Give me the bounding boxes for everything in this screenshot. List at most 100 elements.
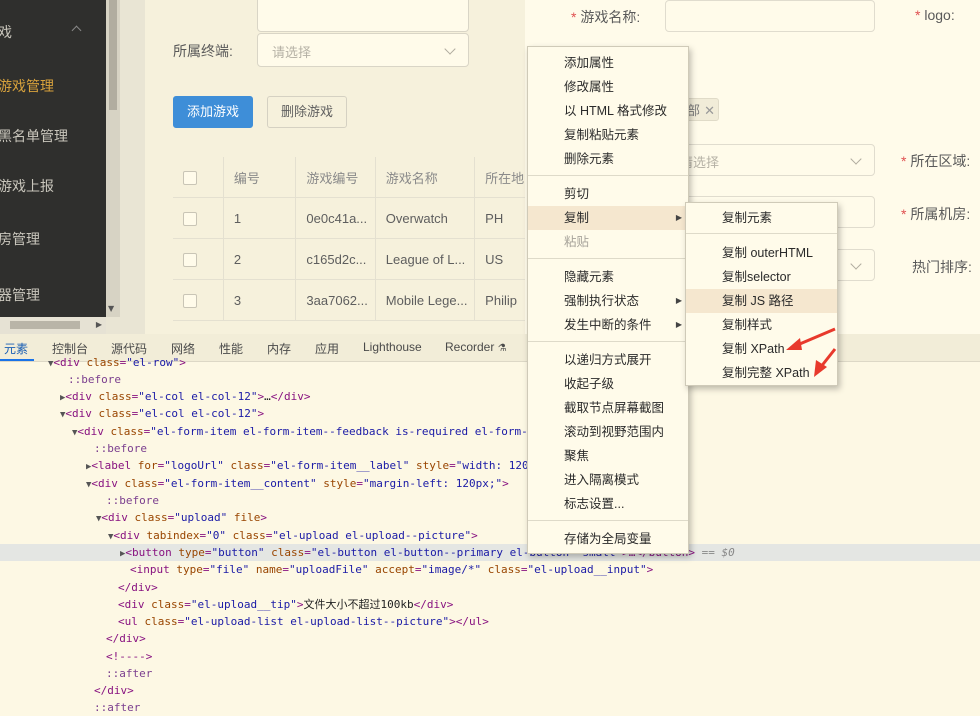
sidebar-item-room-management[interactable]: 房管理: [0, 229, 40, 249]
terminal-select[interactable]: 请选择: [257, 33, 469, 67]
sidebar-scrollbar[interactable]: ▼: [106, 0, 120, 317]
dom-node[interactable]: <div class="el-upload__tip">文件大小不超过100kb…: [118, 596, 453, 613]
menu-item-copy-outerhtml[interactable]: 复制 outerHTML: [686, 241, 837, 265]
chevron-down-icon: [850, 258, 862, 270]
chevron-down-icon: [850, 153, 862, 165]
menu-item-focus[interactable]: 聚焦: [528, 444, 688, 468]
menu-item-enter-isolation-mode[interactable]: 进入隔离模式: [528, 468, 688, 492]
dom-node[interactable]: ▼<div class="el-form-item el-form-item--…: [72, 423, 528, 440]
red-arrow-icon: [814, 348, 837, 377]
table-row[interactable]: 2 c165d2c... League of L... US: [173, 238, 525, 280]
row-checkbox[interactable]: [183, 252, 197, 267]
menu-item-expand-recursively[interactable]: 以递归方式展开: [528, 348, 688, 372]
menu-item-duplicate-element[interactable]: 复制粘贴元素: [528, 123, 688, 147]
tab-elements[interactable]: 元素: [4, 340, 28, 357]
menu-separator: [528, 175, 688, 176]
game-name-label: * 游戏名称:: [571, 9, 641, 25]
menu-item-scroll-into-view[interactable]: 滚动到视野范围内: [528, 420, 688, 444]
add-game-button[interactable]: 添加游戏: [173, 96, 253, 128]
sidebar-item-game[interactable]: 戏: [0, 22, 12, 42]
close-icon[interactable]: ✕: [704, 104, 715, 119]
dom-node[interactable]: ▼<div class="el-col el-col-12">: [60, 405, 264, 422]
scrollbar-thumb[interactable]: [109, 0, 117, 110]
dom-node[interactable]: <!---->: [106, 648, 152, 665]
dom-node[interactable]: ▼<div class="upload" file>: [96, 509, 267, 526]
row-checkbox[interactable]: [183, 293, 197, 308]
dom-node[interactable]: ::after: [106, 665, 152, 682]
menu-item-edit-attribute[interactable]: 修改属性: [528, 75, 688, 99]
delete-game-button[interactable]: 删除游戏: [267, 96, 347, 128]
menu-item-hide-element[interactable]: 隐藏元素: [528, 265, 688, 289]
dom-node[interactable]: ::before: [94, 440, 147, 457]
menu-item-add-attribute[interactable]: 添加属性: [528, 51, 688, 75]
dom-node[interactable]: </div>: [106, 630, 146, 647]
dom-node[interactable]: </div>: [118, 579, 158, 596]
dom-node[interactable]: ▶<div class="el-col el-col-12">…</div>: [60, 388, 311, 405]
dom-node-selected[interactable]: ▶<button type="button" class="el-button …: [0, 544, 980, 561]
menu-item-force-state[interactable]: 强制执行状态 ▶: [528, 289, 688, 313]
menu-item-collapse-children[interactable]: 收起子级: [528, 372, 688, 396]
menu-item-break-on[interactable]: 发生中断的条件 ▶: [528, 313, 688, 337]
elements-dom-tree: ▼<div class="el-row"> ::before ▶<div cla…: [0, 356, 980, 714]
table-row[interactable]: 1 0e0c41a... Overwatch PH: [173, 197, 525, 239]
sidebar-item-server-management[interactable]: 器管理: [0, 285, 40, 305]
menu-item-copy-selector[interactable]: 复制selector: [686, 265, 837, 289]
menu-item-copy-element[interactable]: 复制元素: [686, 206, 837, 230]
dom-node[interactable]: ::after: [94, 699, 140, 716]
cell-id: 3: [223, 279, 297, 321]
submenu-arrow-icon: ▶: [675, 213, 682, 222]
tab-performance[interactable]: 性能: [219, 340, 243, 357]
dom-node[interactable]: ▼<div class="el-form-item__content" styl…: [86, 475, 509, 492]
dom-node[interactable]: ::before: [106, 492, 159, 509]
tab-memory[interactable]: 内存: [267, 340, 291, 357]
select-field[interactable]: 请选择: [665, 144, 875, 176]
dom-node[interactable]: </div>: [94, 682, 134, 699]
logo-label: * logo:: [915, 7, 955, 23]
sidebar: 戏 游戏管理 黑名单管理 游戏上报 房管理 器管理: [0, 0, 106, 317]
annotation-arrows: [786, 327, 837, 377]
cell-region: US: [474, 238, 525, 280]
table-row[interactable]: 3 3aa7062... Mobile Lege... Philip: [173, 279, 525, 321]
menu-item-store-as-global-variable[interactable]: 存储为全局变量: [528, 527, 688, 551]
select-all-checkbox[interactable]: [183, 170, 197, 185]
cell-game-name: Mobile Lege...: [375, 279, 476, 321]
menu-item-cut[interactable]: 剪切: [528, 182, 688, 206]
menu-item-copy[interactable]: 复制 ▶: [528, 206, 688, 230]
dom-node[interactable]: <input type="file" name="uploadFile" acc…: [130, 561, 653, 578]
dom-node[interactable]: ▼<div tabindex="0" class="el-upload el-u…: [108, 527, 478, 544]
submenu-arrow-icon: ▶: [675, 296, 682, 305]
sidebar-item-game-management[interactable]: 游戏管理: [0, 76, 54, 96]
dom-node[interactable]: ▼<div class="el-row">: [48, 354, 186, 371]
dom-node[interactable]: ::before: [68, 371, 121, 388]
cell-game-name: League of L...: [375, 238, 476, 280]
menu-item-delete-element[interactable]: 删除元素: [528, 147, 688, 171]
scroll-right-arrow-icon[interactable]: ▶: [96, 320, 102, 329]
terminal-label: 所属终端:: [173, 43, 233, 59]
dom-node[interactable]: ▶<label for="logoUrl" class="el-form-ite…: [86, 457, 529, 474]
cell-game-code: 3aa7062...: [295, 279, 376, 321]
chevron-up-icon: [71, 25, 82, 36]
tab-application[interactable]: 应用: [315, 340, 339, 357]
menu-separator: [528, 341, 688, 342]
sidebar-item-game-report[interactable]: 游戏上报: [0, 176, 54, 196]
menu-item-capture-node-screenshot[interactable]: 截取节点屏幕截图: [528, 396, 688, 420]
scroll-down-arrow-icon[interactable]: ▼: [108, 304, 114, 313]
sidebar-item-blacklist[interactable]: 黑名单管理: [0, 126, 68, 146]
menu-item-badge-settings[interactable]: 标志设置...: [528, 492, 688, 516]
game-name-input[interactable]: [665, 0, 875, 32]
horizontal-scrollbar[interactable]: ▶: [0, 317, 106, 334]
row-checkbox[interactable]: [183, 211, 197, 226]
top-select-field[interactable]: [257, 0, 469, 32]
dom-node[interactable]: <ul class="el-upload-list el-upload-list…: [118, 613, 489, 630]
menu-item-edit-as-html[interactable]: 以 HTML 格式修改: [528, 99, 688, 123]
cell-id: 2: [223, 238, 297, 280]
tab-recorder[interactable]: Recorder ⚗: [445, 340, 507, 354]
submenu-arrow-icon: ▶: [675, 320, 682, 329]
scrollbar-thumb[interactable]: [10, 321, 80, 329]
menu-separator: [528, 258, 688, 259]
tab-lighthouse[interactable]: Lighthouse: [363, 340, 422, 354]
menu-item-paste[interactable]: 粘贴: [528, 230, 688, 254]
menu-item-copy-js-path[interactable]: 复制 JS 路径: [686, 289, 837, 313]
active-tab-indicator: [0, 359, 34, 361]
column-header-id: 编号: [223, 157, 297, 198]
